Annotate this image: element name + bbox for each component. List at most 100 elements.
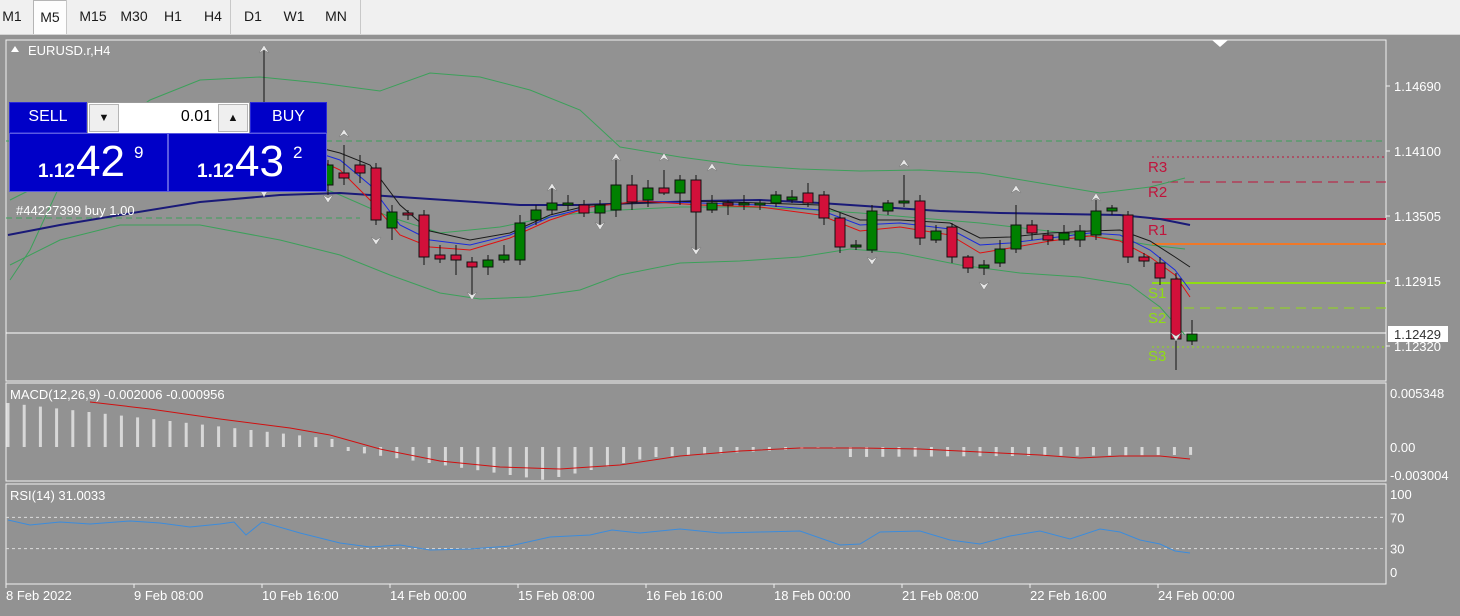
macd-histogram-bar — [476, 447, 480, 471]
bearish-candle — [1138, 256, 1150, 262]
timeframe-d1-button[interactable]: D1 — [237, 0, 269, 33]
macd-histogram-bar — [686, 447, 690, 456]
timeframe-h1-button[interactable]: H1 — [157, 0, 189, 33]
price-axis-label: 1.13505 — [1394, 209, 1441, 224]
order-label: #44227399 buy 1.00 — [16, 203, 135, 218]
macd-histogram-bar — [1140, 447, 1144, 456]
macd-axis-label: -0.003004 — [1390, 468, 1449, 483]
macd-histogram-bar — [929, 447, 933, 457]
bullish-candle — [1010, 224, 1022, 250]
rsi-axis-label: 30 — [1390, 542, 1404, 557]
bullish-candle — [786, 196, 798, 201]
macd-histogram-bar — [1108, 447, 1112, 456]
macd-histogram-bar — [346, 447, 350, 451]
macd-histogram-bar — [71, 410, 75, 447]
s2-label: S2 — [1148, 310, 1166, 327]
bearish-candle — [722, 202, 734, 206]
bearish-candle — [466, 261, 478, 268]
fractal-down-arrow — [978, 281, 990, 291]
macd-histogram-bar — [1075, 447, 1079, 456]
rsi-axis-label: 100 — [1390, 487, 1412, 502]
time-axis-label: 21 Feb 08:00 — [902, 588, 979, 603]
bearish-candle — [434, 254, 446, 260]
ask-price-button[interactable]: 1.12 43 2 — [168, 133, 327, 192]
time-axis-label: 8 Feb 2022 — [6, 588, 72, 603]
macd-histogram-bar — [411, 447, 415, 461]
bearish-candle — [914, 200, 926, 239]
chart-shift-marker — [1212, 40, 1228, 47]
macd-histogram-bar — [152, 419, 156, 447]
bullish-candle — [1106, 207, 1118, 212]
macd-histogram-bar — [136, 417, 140, 447]
macd-histogram-bar — [670, 447, 674, 457]
macd-histogram-bar — [200, 424, 204, 447]
bullish-candle — [546, 202, 558, 211]
sell-button[interactable]: SELL — [9, 102, 87, 133]
timeframe-mn-button[interactable]: MN — [318, 0, 354, 33]
rsi-label: RSI(14) 31.0033 — [10, 488, 105, 503]
bearish-candle — [450, 254, 462, 261]
lot-increase-button[interactable]: ▲ — [218, 104, 248, 132]
bearish-candle — [626, 184, 638, 203]
bearish-candle — [418, 214, 430, 258]
blue-moving-average-line — [299, 146, 1191, 291]
bullish-candle — [978, 264, 990, 269]
macd-histogram-bar — [1189, 447, 1193, 455]
timeframe-h4-button[interactable]: H4 — [197, 0, 229, 33]
r1-label: R1 — [1148, 222, 1167, 239]
bullish-candle — [994, 248, 1006, 264]
rsi-pane-frame — [5, 483, 1387, 585]
timeframe-m15-button[interactable]: M15 — [75, 0, 111, 33]
bullish-candle — [386, 211, 398, 229]
bearish-candle — [834, 217, 846, 248]
timeframe-m1-button[interactable]: M1 — [0, 0, 24, 33]
macd-histogram-bar — [946, 447, 950, 457]
bid-price-button[interactable]: 1.12 42 9 — [9, 133, 168, 192]
macd-histogram-bar — [1156, 447, 1160, 456]
macd-histogram-bar — [379, 447, 383, 456]
macd-histogram-bar — [330, 439, 334, 447]
macd-histogram-bar — [573, 447, 577, 474]
bearish-candle — [946, 226, 958, 258]
price-axis-label: 1.14690 — [1394, 79, 1441, 94]
bollinger-lower-band — [9, 224, 1186, 336]
rsi-line — [7, 519, 1191, 554]
s1-label: S1 — [1148, 285, 1166, 302]
timeframe-w1-button[interactable]: W1 — [277, 0, 311, 33]
s3-label: S3 — [1148, 348, 1166, 365]
fractal-up-arrow — [1090, 192, 1102, 202]
lot-size-input[interactable] — [120, 105, 212, 129]
time-axis-label: 18 Feb 00:00 — [774, 588, 851, 603]
chart-symbol-label: EURUSD.r,H4 — [28, 43, 110, 58]
macd-histogram-bar — [168, 421, 172, 447]
macd-histogram-bar — [6, 403, 10, 447]
price-axis-label: 1.14100 — [1394, 144, 1441, 159]
timeframe-m5-button[interactable]: M5 — [33, 0, 67, 34]
macd-histogram-bar — [55, 408, 59, 447]
macd-histogram-bar — [654, 447, 658, 457]
chart-window[interactable]: 1.14690 1.14100 1.13505 1.12915 1.12320 R3 R2 R… — [0, 35, 1460, 616]
time-axis-label: 22 Feb 16:00 — [1030, 588, 1107, 603]
time-axis-label: 16 Feb 16:00 — [646, 588, 723, 603]
bullish-candle — [530, 209, 542, 221]
macd-histogram-bar — [87, 412, 91, 447]
macd-histogram-bar — [184, 422, 188, 447]
lot-size-control: ▼ ▲ — [87, 102, 250, 134]
timeframe-m30-button[interactable]: M30 — [115, 0, 153, 33]
macd-label: MACD(12,26,9) -0.002006 -0.000956 — [10, 387, 225, 402]
fractal-up-arrow — [706, 162, 718, 172]
macd-histogram-bar — [767, 447, 771, 451]
buy-button[interactable]: BUY — [250, 102, 327, 133]
macd-histogram-bar — [1059, 447, 1063, 456]
bullish-candle — [498, 254, 510, 261]
rsi-axis-label: 70 — [1390, 510, 1404, 525]
bearish-candle — [1154, 262, 1166, 279]
bearish-candle — [1170, 278, 1182, 340]
rsi-axis-label: 0 — [1390, 565, 1397, 580]
macd-histogram-bar — [622, 447, 626, 463]
macd-histogram-bar — [751, 447, 755, 452]
lot-decrease-button[interactable]: ▼ — [89, 104, 119, 132]
time-axis-label: 14 Feb 00:00 — [390, 588, 467, 603]
bearish-candle — [962, 256, 974, 269]
bullish-candle — [1090, 210, 1102, 236]
